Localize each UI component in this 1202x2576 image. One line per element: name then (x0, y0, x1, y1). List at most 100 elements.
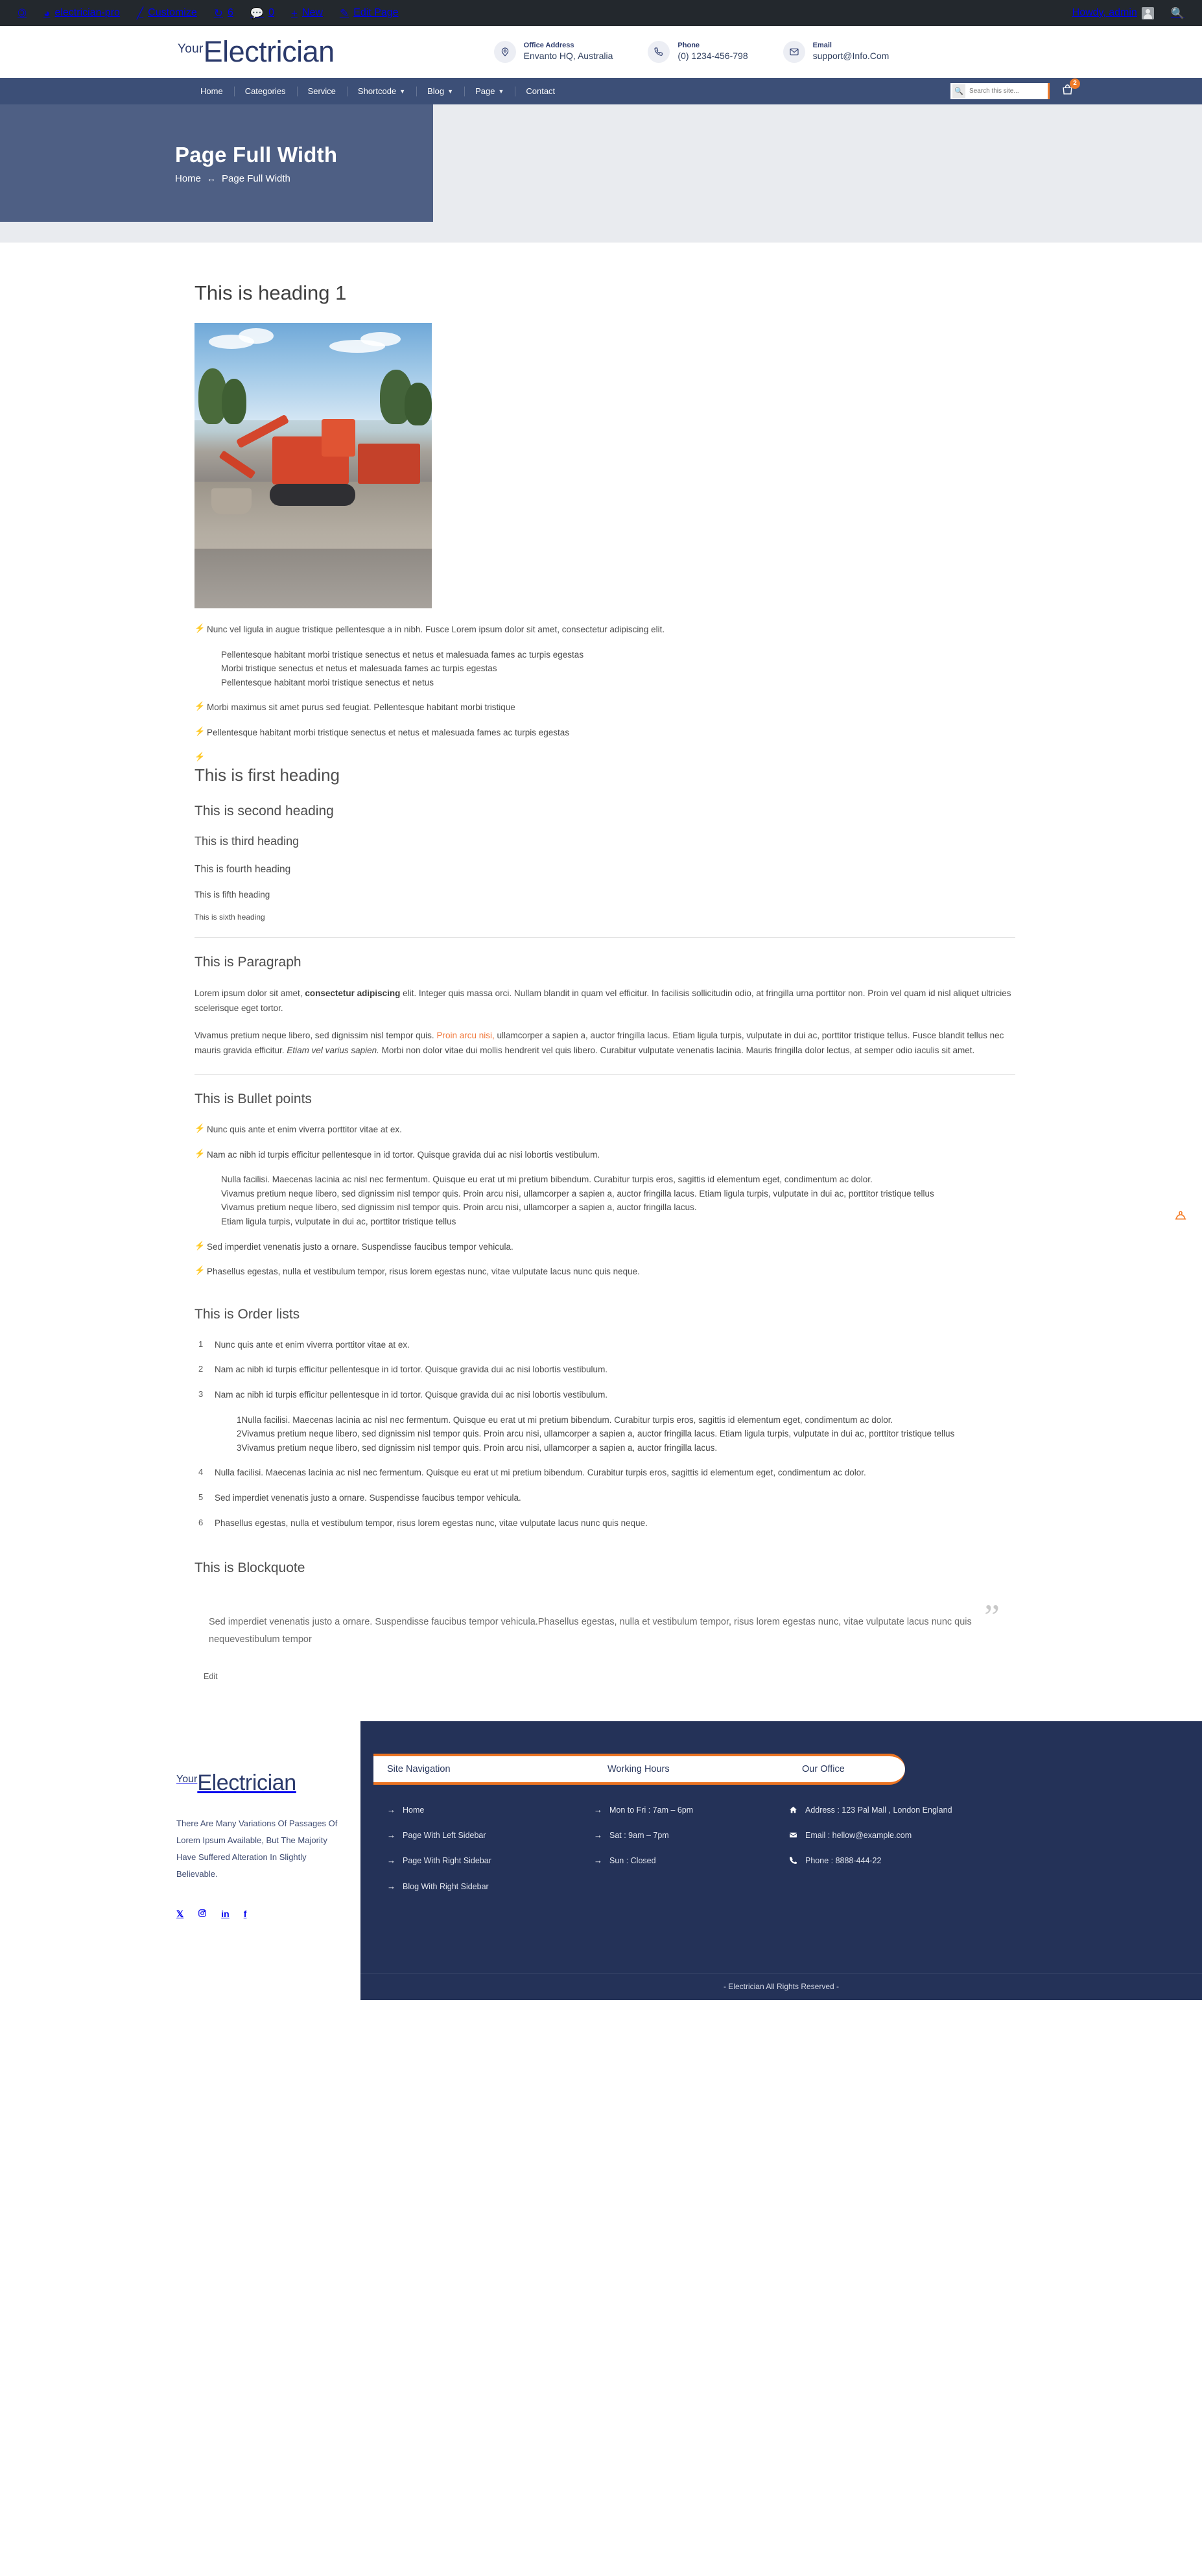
site-search[interactable]: 🔍 (950, 83, 1050, 99)
footer-nav-label[interactable]: Page With Right Sidebar (403, 1856, 491, 1865)
cart-button[interactable]: 2 (1061, 78, 1080, 99)
list-item: Vivamus pretium neque libero, sed dignis… (221, 1187, 1015, 1201)
list-item: Pellentesque habitant morbi tristique se… (221, 676, 1015, 690)
list-item: Nunc quis ante et enim viverra porttitor… (194, 1122, 1015, 1137)
list-item-text: Vivamus pretium neque libero, sed dignis… (241, 1429, 955, 1439)
list-item: Nam ac nibh id turpis efficitur pellente… (194, 1388, 1015, 1455)
main-navigation-bar: Home Categories Service Shortcode ▼ Blog ▼… (0, 78, 1202, 104)
admin-bar-wordpress-logo[interactable]: 🄯 (9, 0, 35, 26)
admin-bar-customize[interactable]: ╱ Customize (128, 0, 206, 26)
site-header-top: Your Electrician Office Address Envanto … (0, 26, 1202, 78)
menu-item-shortcode[interactable]: Shortcode ▼ (347, 78, 416, 104)
list-item: Etiam ligula turpis, vulputate in dui ac… (221, 1215, 1015, 1229)
phone-icon (648, 41, 670, 63)
list-item: Nam ac nibh id turpis efficitur pellente… (194, 1147, 1015, 1229)
footer-office-email: Email : hellow@example.com (788, 1831, 1009, 1840)
paragraph-2-emphasis: Etiam vel varius sapien. (287, 1045, 379, 1056)
breadcrumb: Home ↔ Page Full Width (175, 173, 433, 184)
arrow-right-icon: → (387, 1881, 395, 1891)
paragraph-2-link[interactable]: Proin arcu nisi, (436, 1031, 494, 1040)
site-footer: Your Electrician There Are Many Variatio… (0, 1721, 1202, 2000)
footer-site-navigation: → Home → Page With Left Sidebar → Page With… (373, 1805, 594, 1907)
avatar (1141, 6, 1154, 19)
footer-nav-item[interactable]: → Page With Left Sidebar (387, 1830, 594, 1840)
footer-office-label: Address : 123 Pal Mall , London England (805, 1805, 952, 1815)
instagram-icon[interactable] (198, 1909, 207, 1921)
chevron-down-icon: ▼ (399, 88, 406, 95)
footer-columns: → Home → Page With Left Sidebar → Page With… (373, 1804, 1022, 1907)
arrow-right-icon: → (594, 1804, 602, 1815)
list-item: Vivamus pretium neque libero, sed dignis… (221, 1200, 1015, 1215)
breadcrumb-separator-icon: ↔ (207, 173, 217, 184)
footer-nav-item[interactable]: → Home (387, 1805, 594, 1815)
list-item-text: Nam ac nibh id turpis efficitur pellente… (215, 1365, 608, 1375)
admin-bar-updates[interactable]: ↻ 6 (206, 0, 242, 26)
content-wrapper: This is heading 1 ⚡ Nunc vel ligula in a… (194, 281, 1015, 1682)
list-item-text: Morbi maximus sit amet purus sed feugiat… (207, 702, 515, 713)
paragraph-section-title: This is Paragraph (194, 954, 301, 970)
menu-item-label: Service (307, 86, 336, 96)
admin-bar-comments-count: 0 (268, 7, 274, 18)
footer-hours-item: → Mon to Fri : 7am – 6pm (594, 1804, 788, 1815)
heading-first: This is first heading (194, 765, 340, 785)
paragraph-1-part-a: Lorem ipsum dolor sit amet, (194, 988, 305, 998)
footer-nav-item[interactable]: → Page With Right Sidebar (387, 1855, 594, 1866)
customize-brush-icon: ╱ (136, 6, 144, 19)
arrow-right-icon: → (387, 1855, 395, 1866)
paragraph-1: Lorem ipsum dolor sit amet, consectetur … (194, 986, 1015, 1016)
footer-nav-label[interactable]: Home (403, 1806, 424, 1815)
envelope-icon (783, 41, 805, 63)
list-item-text: Phasellus egestas, nulla et vestibulum t… (207, 1267, 640, 1277)
header-info-value: (0) 1234-456-798 (678, 51, 748, 62)
x-twitter-icon[interactable]: 𝕏 (176, 1909, 183, 1921)
footer-nav-item[interactable]: → Blog With Right Sidebar (387, 1881, 594, 1891)
facebook-icon[interactable]: f (244, 1909, 247, 1921)
footer-office-label: Phone : 8888-444-22 (805, 1855, 882, 1865)
admin-bar-my-account[interactable]: Howdy, admin (1064, 0, 1162, 26)
wordpress-logo-icon: 🄯 (18, 6, 27, 19)
footer-our-office: Address : 123 Pal Mall , London England … (788, 1806, 1009, 1907)
ordered-list: Nunc quis ante et enim viverra porttitor… (194, 1338, 1015, 1530)
footer-hours-item: → Sat : 9am – 7pm (594, 1830, 788, 1840)
menu-item-contact[interactable]: Contact (515, 78, 566, 104)
floating-action-button[interactable] (1171, 1209, 1190, 1226)
admin-bar-comments[interactable]: 💬 0 (242, 0, 283, 26)
page-banner: Page Full Width Home ↔ Page Full Width (0, 104, 433, 222)
nav-right-tools: 🔍 2 (950, 78, 1080, 99)
breadcrumb-home[interactable]: Home (175, 173, 201, 184)
linkedin-icon[interactable]: in (221, 1909, 229, 1921)
menu-item-service[interactable]: Service (297, 78, 347, 104)
list-item: Sed imperdiet venenatis justo a ornare. … (194, 1491, 1015, 1505)
menu-item-page[interactable]: Page ▼ (464, 78, 515, 104)
footer-heading-site-navigation: Site Navigation (387, 1763, 451, 1774)
page-title: Page Full Width (175, 142, 338, 167)
admin-bar-search[interactable]: 🔍 (1162, 0, 1193, 26)
list-item-text: Nunc vel ligula in augue tristique pelle… (207, 625, 665, 634)
page-banner-strip: Page Full Width Home ↔ Page Full Width (0, 104, 1202, 243)
admin-bar-new[interactable]: + New (283, 0, 331, 26)
list-item-text: Nulla facilisi. Maecenas lacinia ac nisl… (215, 1468, 866, 1478)
footer-hours-label: Mon to Fri : 7am – 6pm (609, 1805, 694, 1815)
edit-post-link[interactable]: Edit (204, 1672, 218, 1681)
search-input[interactable] (969, 88, 1044, 95)
footer-heading-working-hours: Working Hours (607, 1763, 670, 1774)
footer-hours-item: → Sun : Closed (594, 1856, 788, 1866)
featured-image (194, 323, 432, 608)
menu-item-blog[interactable]: Blog ▼ (416, 78, 464, 104)
site-logo[interactable]: Your Electrician (178, 35, 335, 69)
footer-nav-label[interactable]: Blog With Right Sidebar (403, 1882, 489, 1891)
list-item: Nunc vel ligula in augue tristique pelle… (194, 622, 1015, 690)
admin-bar-edit-page[interactable]: ✎ Edit Page (331, 0, 407, 26)
admin-bar-site-name[interactable]: ◕ electrician-pro (35, 0, 128, 26)
list-item: Sed imperdiet venenatis justo a ornare. … (194, 1239, 1015, 1254)
menu-item-home[interactable]: Home (189, 78, 234, 104)
list-item-text: Sed imperdiet venenatis justo a ornare. … (215, 1492, 521, 1503)
blockquote-section-title: This is Blockquote (194, 1560, 305, 1576)
ordered-sublist: Nulla facilisi. Maecenas lacinia ac nisl… (237, 1413, 1015, 1455)
menu-item-label: Contact (526, 86, 556, 96)
menu-item-categories[interactable]: Categories (234, 78, 297, 104)
footer-nav-label[interactable]: Page With Left Sidebar (403, 1831, 486, 1840)
header-info-label: Phone (678, 42, 700, 50)
footer-logo[interactable]: Your Electrician (176, 1771, 346, 1796)
list-item: Nulla facilisi. Maecenas lacinia ac nisl… (237, 1413, 1015, 1427)
